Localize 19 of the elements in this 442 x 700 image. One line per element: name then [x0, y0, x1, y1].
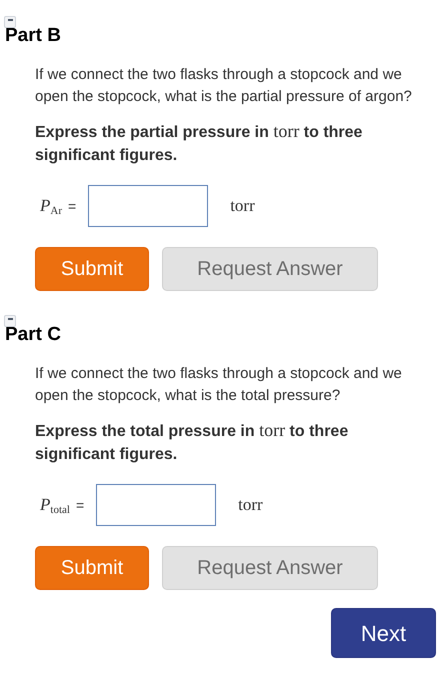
part-title: Part C	[5, 323, 62, 347]
submit-button[interactable]: Submit	[35, 247, 149, 291]
question-text: If we connect the two flasks through a stopcock and we open the stopcock, what is the total pressure?	[35, 364, 403, 406]
collapse-toggle[interactable]	[4, 315, 16, 327]
unit-label: torr	[238, 494, 263, 516]
unit-label: torr	[230, 195, 255, 218]
equals-sign: =	[76, 496, 84, 514]
instruction-text: Express the partial pressure in torr to three significant figures.	[35, 120, 364, 166]
answer-field[interactable]	[96, 484, 216, 526]
instruction-text: Express the total pressure in torr to three significant figures.	[35, 419, 350, 465]
variable-label: P$_{Ar}$	[40, 195, 62, 219]
answer-field[interactable]	[88, 185, 208, 227]
question-text: If we connect the two flasks through a stopcock and we open the stopcock, what is the partial pressure of argon?	[35, 65, 412, 107]
equals-sign: =	[68, 196, 76, 216]
variable-label: P$_{total}$	[40, 494, 70, 518]
next-button[interactable]: Next	[331, 608, 436, 658]
submit-button[interactable]: Submit	[35, 546, 149, 590]
collapse-toggle[interactable]	[4, 16, 16, 28]
part-title: Part B	[5, 24, 62, 48]
